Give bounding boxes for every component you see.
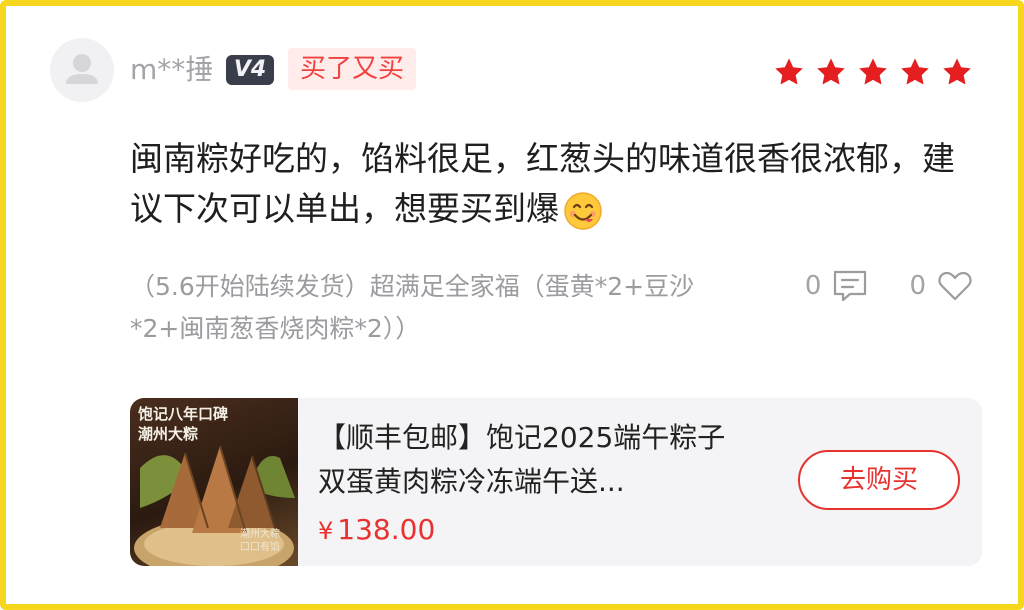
price-value: 138.00 [337,513,436,546]
heart-icon [938,271,972,301]
yum-face-emoji-icon [564,191,602,230]
sku-variant-text: （5.6开始陆续发货）超满足全家福（蛋黄*2+豆沙*2+闽南葱香烧肉粽*2）） [130,272,695,343]
comment-count: 0 [804,271,822,301]
review-actions: 0 0 [805,268,974,304]
thumbnail-tag-text: 潮州大粽 口口有馅 [240,529,280,553]
product-card[interactable]: 饱记八年口碑 潮州大粽 潮州大粽 口口有馅 【顺丰包邮】饱记2025端午粽子双蛋… [130,398,982,566]
product-price: ¥138.00 [318,510,435,551]
comment-icon [834,270,867,302]
comment-button[interactable]: 0 [805,268,870,304]
star-icon [817,58,845,85]
like-button[interactable]: 0 [909,268,974,304]
buy-button[interactable]: 去购买 [798,450,960,510]
member-level-badge: V4 [226,55,274,85]
repurchase-badge: 买了又买 [288,48,417,90]
product-title[interactable]: 【顺丰包邮】饱记2025端午粽子双蛋黄肉粽冷冻端午送... [318,416,748,504]
star-icon [943,58,971,85]
default-avatar-icon [66,54,98,84]
review-card: m**捶 V4 买了又买 闽南粽好吃的，馅料很足，红葱头的味道很香很浓郁，建议下… [0,0,1024,610]
star-icon [775,58,803,85]
user-avatar[interactable] [50,38,114,102]
star-icon [859,58,887,85]
product-thumbnail[interactable]: 饱记八年口碑 潮州大粽 潮州大粽 口口有馅 [130,398,298,566]
review-text: 闽南粽好吃的，馅料很足，红葱头的味道很香很浓郁，建议下次可以单出，想要买到爆 [130,134,970,234]
star-icon [901,58,929,85]
thumbnail-caption: 饱记八年口碑 潮州大粽 [138,404,228,444]
review-body: 闽南粽好吃的，馅料很足，红葱头的味道很香很浓郁，建议下次可以单出，想要买到爆 [130,139,955,228]
username: m**捶 [130,53,214,86]
currency-symbol: ¥ [318,517,334,545]
thumbnail-tag: 潮州大粽 口口有馅 [240,528,280,554]
rating-stars [772,56,974,88]
like-count: 0 [909,271,926,301]
thumbnail-caption-text: 饱记八年口碑 潮州大粽 [138,405,229,443]
